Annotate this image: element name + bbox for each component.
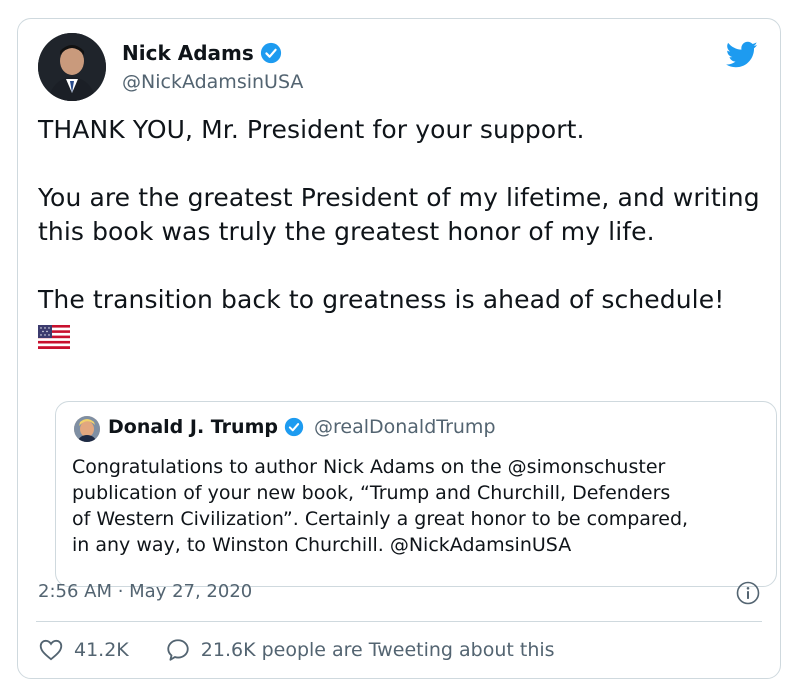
author-name-row: Nick Adams [122, 41, 282, 65]
verified-badge-icon [284, 417, 304, 437]
author-display-name[interactable]: Nick Adams [122, 41, 254, 65]
us-flag-emoji [38, 325, 70, 349]
quoted-author-handle: @realDonaldTrump [313, 416, 496, 438]
author-avatar[interactable] [38, 33, 106, 101]
tweet-line-1: THANK YOU, Mr. President for your suppor… [38, 115, 585, 144]
tweet-text: THANK YOU, Mr. President for your suppor… [38, 113, 768, 351]
tweeting-about-action[interactable]: 21.6K people are Tweeting about this [165, 637, 555, 663]
verified-badge-icon [260, 42, 281, 64]
engagement-stats: 41.2K 21.6K people are Tweeting about th… [38, 637, 591, 663]
speech-bubble-icon [167, 639, 189, 661]
quoted-author-avatar [74, 416, 100, 442]
quoted-tweet-text: Congratulations to author Nick Adams on … [72, 456, 689, 556]
tweet-card: Nick Adams @NickAdamsinUSA THANK YOU, Mr… [17, 18, 781, 679]
like-count: 41.2K [74, 639, 129, 661]
tweet-line-3: The transition back to greatness is ahea… [38, 285, 725, 314]
quoted-author-name: Donald J. Trump [108, 416, 278, 438]
divider [36, 621, 762, 622]
tweeting-count: 21.6K people are Tweeting about this [200, 639, 555, 661]
like-action[interactable]: 41.2K [38, 637, 129, 663]
quoted-author-header: Donald J. Trump @realDonaldTrump [108, 416, 496, 438]
tweet-timestamp[interactable]: 2:56 AM · May 27, 2020 [38, 581, 252, 602]
author-handle[interactable]: @NickAdamsinUSA [122, 71, 303, 93]
quoted-tweet[interactable]: Donald J. Trump @realDonaldTrump Congrat… [55, 401, 777, 587]
tweet-line-2: You are the greatest President of my lif… [38, 183, 760, 246]
heart-icon [39, 639, 63, 661]
twitter-bird-icon[interactable] [726, 41, 758, 69]
info-icon[interactable] [736, 581, 760, 605]
